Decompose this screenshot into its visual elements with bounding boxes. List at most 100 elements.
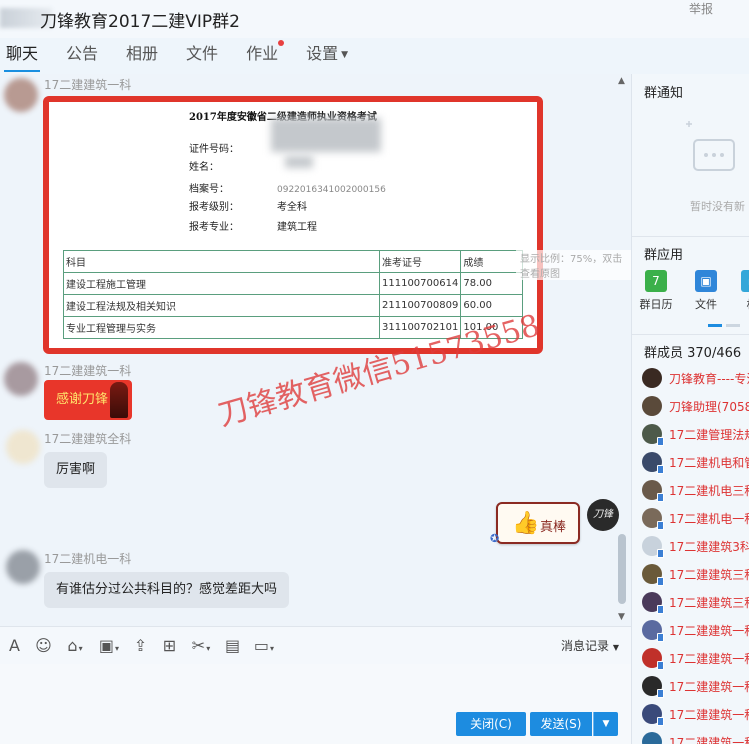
- chat-area[interactable]: 17二建建筑一科 2017年度安徽省二级建造师执业资格考试 证件号码： 姓名： …: [0, 74, 631, 626]
- app-calendar[interactable]: 7 群日历: [636, 270, 676, 312]
- chat-plus-icon[interactable]: ▭▾: [247, 631, 281, 661]
- member-item[interactable]: 17二建管理法规: [642, 422, 749, 446]
- chat-scrollbar[interactable]: ▲ ▼: [616, 74, 628, 626]
- scroll-thumb[interactable]: [618, 534, 626, 604]
- message-bubble[interactable]: 厉害啊: [44, 452, 108, 488]
- avatar[interactable]: [4, 78, 38, 112]
- notice-empty-text: 暂时没有新: [690, 200, 745, 213]
- member-item[interactable]: 17二建建筑一科: [642, 674, 749, 698]
- member-item[interactable]: 17二建建筑三科: [642, 590, 749, 614]
- tab-label: 相册: [126, 44, 159, 63]
- emoji-icon[interactable]: ☺: [29, 631, 58, 661]
- tab-label: 作业: [246, 44, 279, 63]
- box-icon[interactable]: ▤: [218, 631, 247, 661]
- avatar: [642, 368, 662, 388]
- tab-files[interactable]: 文件: [180, 38, 224, 74]
- member-name: 17二建建筑一科: [669, 651, 749, 666]
- certificate-image[interactable]: 2017年度安徽省二级建造师执业资格考试 证件号码： 姓名： 档案号：09220…: [43, 96, 543, 354]
- member-name: 17二建建筑3科: [669, 539, 749, 554]
- member-item[interactable]: 17二建建筑一科: [642, 730, 749, 744]
- avatar: [642, 676, 664, 698]
- redacted-blur: [271, 118, 381, 152]
- avatar: [642, 452, 664, 474]
- cert-field: 报考专业： 建筑工程: [189, 218, 317, 233]
- page-indicator[interactable]: [708, 324, 722, 327]
- avatar: [642, 704, 664, 726]
- group-tabs: 聊天 公告 相册 文件 作业 设置 ▼: [0, 38, 749, 74]
- cert-field: 报考级别： 考全科: [189, 198, 307, 213]
- thanks-sticker[interactable]: 感谢刀锋: [44, 380, 132, 420]
- sender-name: 17二建机电一科: [44, 552, 132, 566]
- member-name: 17二建机电和管: [669, 455, 749, 470]
- field-value: 考全科: [277, 202, 307, 213]
- upload-icon[interactable]: ⇪: [126, 631, 155, 661]
- member-item[interactable]: 17二建建筑一科: [642, 702, 749, 726]
- sticker-text: 感谢刀锋: [56, 392, 109, 407]
- member-item[interactable]: 17二建机电三科: [642, 478, 749, 502]
- page-indicator[interactable]: [726, 324, 740, 327]
- folder-icon: ▣: [695, 270, 717, 292]
- cert-field: 姓名：: [189, 158, 277, 173]
- report-link[interactable]: 举报: [689, 0, 713, 17]
- field-value: 0922016341002000156: [277, 185, 386, 195]
- gift-icon[interactable]: ⌂▾: [58, 631, 92, 661]
- image-icon[interactable]: ▣▾: [92, 631, 126, 661]
- input-toolbar: A ☺ ⌂▾ ▣▾ ⇪ ⊞ ✂▾ ▤ ▭▾ 消息记录 ▼: [0, 626, 631, 664]
- table-row: 建设工程法规及相关知识 211100700809 60.00: [63, 294, 523, 317]
- scroll-down-icon[interactable]: ▼: [618, 612, 625, 622]
- mobile-online-icon: [657, 437, 664, 446]
- thumbs-up-sticker[interactable]: 👍 真棒: [496, 502, 580, 544]
- members-title: 群成员 370/466: [644, 346, 742, 361]
- app-label: 群日历: [639, 298, 673, 311]
- member-name: 17二建建筑三科: [669, 595, 749, 610]
- send-button[interactable]: 发送(S): [530, 712, 592, 736]
- tab-homework[interactable]: 作业: [240, 38, 285, 74]
- mobile-online-icon: [657, 521, 664, 530]
- member-item[interactable]: 17二建建筑三科: [642, 562, 749, 586]
- chevron-down-icon: ▼: [341, 49, 349, 60]
- member-item[interactable]: 17二建建筑一科: [642, 618, 749, 642]
- tab-settings[interactable]: 设置 ▼: [300, 38, 354, 74]
- tab-label: 文件: [186, 44, 219, 63]
- tab-label: 公告: [66, 44, 99, 63]
- avatar[interactable]: [4, 362, 38, 396]
- tab-album[interactable]: 相册: [120, 38, 164, 74]
- table-cell: 211100700809: [378, 294, 462, 317]
- member-item[interactable]: 17二建机电一科: [642, 506, 749, 530]
- send-options-button[interactable]: ▼: [593, 712, 618, 736]
- member-item[interactable]: 刀锋助理(70583: [642, 394, 749, 418]
- member-name: 17二建管理法规: [669, 427, 749, 442]
- app-files[interactable]: ▣ 文件: [686, 270, 726, 312]
- member-item[interactable]: 刀锋教育----专注: [642, 366, 749, 390]
- member-item[interactable]: 17二建机电和管: [642, 450, 749, 474]
- chevron-down-icon: ▼: [602, 719, 610, 729]
- avatar[interactable]: [6, 430, 40, 464]
- member-item[interactable]: 17二建建筑一科: [642, 646, 749, 670]
- member-item[interactable]: 17二建建筑3科: [642, 534, 749, 558]
- avatar[interactable]: [6, 550, 40, 584]
- shop-icon[interactable]: ⊞: [155, 631, 184, 661]
- message-bubble[interactable]: 有谁估分过公共科目的？感觉差距大吗: [44, 572, 290, 608]
- tab-chat[interactable]: 聊天: [0, 38, 44, 74]
- close-button[interactable]: 关闭(C): [456, 712, 526, 736]
- medal-icon: ✪: [490, 532, 500, 545]
- app-photos[interactable]: ▪ 相: [732, 270, 749, 312]
- member-name: 17二建建筑一科: [669, 679, 749, 694]
- avatar: [642, 648, 664, 670]
- font-icon[interactable]: A: [0, 631, 29, 661]
- scroll-up-icon[interactable]: ▲: [618, 76, 625, 86]
- divider: [632, 236, 749, 237]
- member-name: 17二建建筑一科: [669, 735, 749, 744]
- window-title: 刀锋教育2017二建VIP群2: [40, 12, 240, 32]
- scissors-icon[interactable]: ✂▾: [184, 631, 218, 661]
- table-header: 准考证号: [378, 250, 462, 273]
- member-name: 17二建建筑一科: [669, 707, 749, 722]
- self-avatar[interactable]: 刀锋: [587, 499, 619, 531]
- field-value: 建筑工程: [277, 222, 317, 233]
- mobile-online-icon: [657, 577, 664, 586]
- sender-name: 17二建建筑全科: [44, 432, 132, 446]
- message-history-button[interactable]: 消息记录 ▼: [561, 637, 619, 654]
- tab-announcement[interactable]: 公告: [60, 38, 104, 74]
- member-name: 17二建建筑一科: [669, 623, 749, 638]
- mobile-online-icon: [657, 661, 664, 670]
